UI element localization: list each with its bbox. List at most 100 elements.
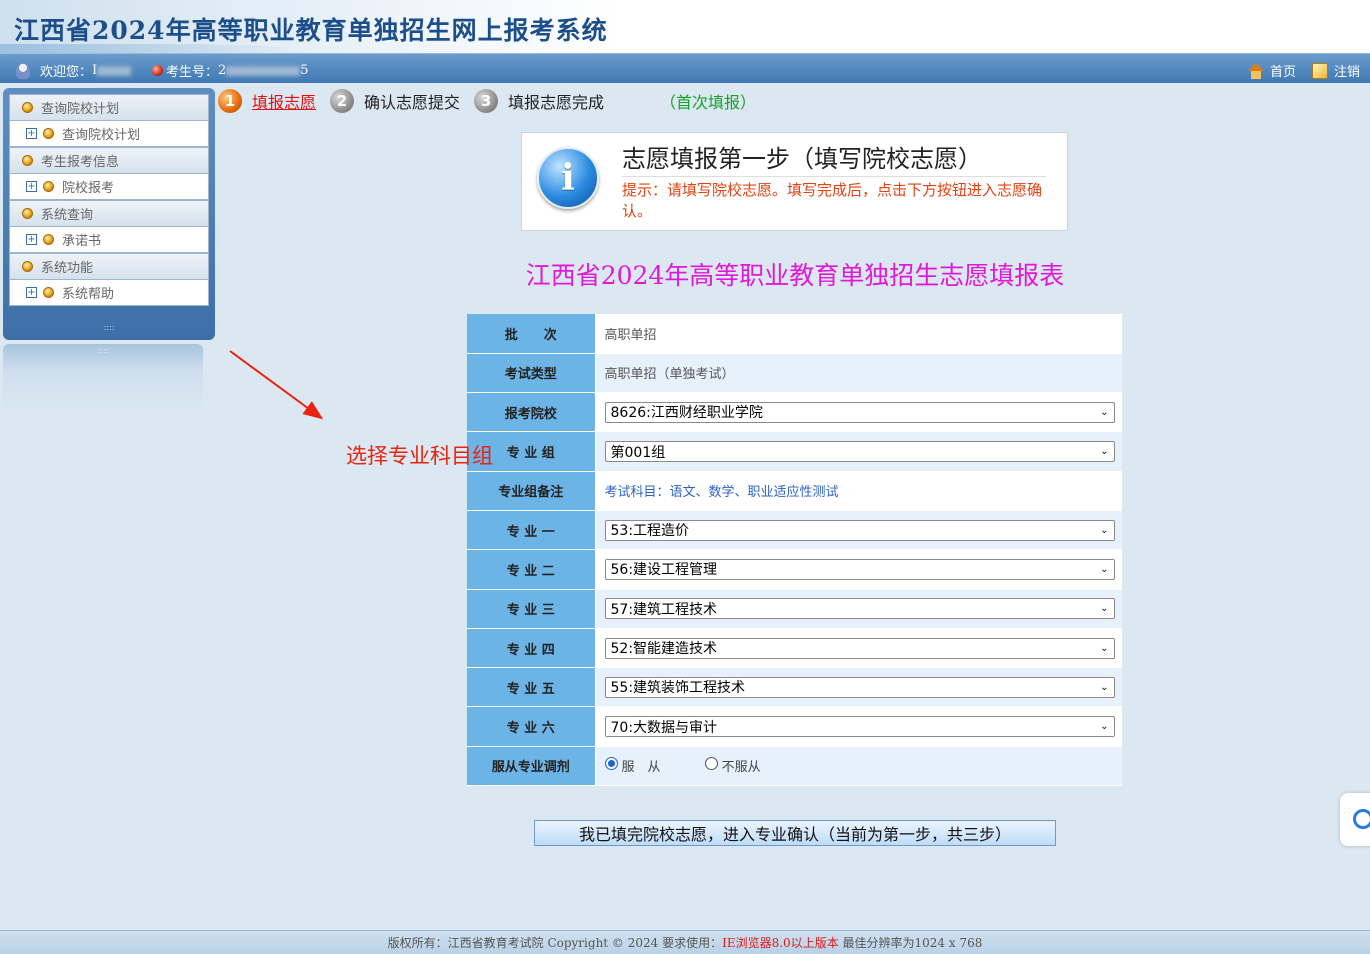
user-icon bbox=[16, 62, 30, 79]
major-4-select[interactable]: 52:智能建造技术 ⌄ bbox=[604, 637, 1115, 659]
sidebar-item-pledge[interactable]: + 承诺书 bbox=[9, 227, 209, 253]
major-6-label: 专 业 六 bbox=[467, 706, 596, 747]
user-info-bar: 欢迎您： I 考生号： 2 5 首页 注销 bbox=[0, 54, 1370, 83]
sidebar-item-query-plan[interactable]: + 查询院校计划 bbox=[9, 121, 209, 147]
home-icon bbox=[1248, 62, 1264, 79]
step-1-icon: 1 bbox=[218, 89, 242, 113]
chevron-down-icon: ⌄ bbox=[1100, 681, 1109, 693]
sidebar-item-label: 查询院校计划 bbox=[62, 128, 141, 143]
batch-label: 批 次 bbox=[467, 314, 596, 354]
step-3-icon: 3 bbox=[474, 89, 499, 113]
chevron-down-icon: ⌄ bbox=[1100, 642, 1109, 654]
info-icon: i bbox=[537, 147, 599, 209]
candidate-number: 2 bbox=[218, 63, 227, 78]
step-1-link[interactable]: 填报志愿 bbox=[252, 89, 316, 113]
welcome-area: 欢迎您： I bbox=[16, 61, 132, 80]
redacted-name bbox=[97, 65, 132, 76]
step-2-label: 确认志愿提交 bbox=[364, 93, 461, 112]
candidate-icon bbox=[152, 65, 163, 76]
major-6-select-value: 70:大数据与审计 bbox=[610, 719, 718, 736]
footer-browser-warning: IE浏览器8.0以上版本 bbox=[722, 936, 839, 950]
chevron-down-icon: ⌄ bbox=[1100, 563, 1109, 575]
footer-resolution: 最佳分辨率为1024 x 768 bbox=[838, 936, 983, 950]
redacted-candidate-number bbox=[226, 65, 301, 76]
major-3-select[interactable]: 57:建筑工程技术 ⌄ bbox=[604, 598, 1115, 620]
group-note-label: 专业组备注 bbox=[467, 471, 596, 511]
form-row-major-5: 专 业 五 55:建筑装饰工程技术 ⌄ bbox=[467, 667, 1122, 708]
sidebar-section-plan[interactable]: 查询院校计划 bbox=[9, 94, 209, 121]
major-3-select-value: 57:建筑工程技术 bbox=[610, 601, 718, 618]
expand-icon: + bbox=[26, 181, 37, 192]
step-indicator: 1 填报志愿 2 确认志愿提交 3 填报志愿完成 （首次填报） bbox=[218, 87, 756, 115]
form-row-major-1: 专 业 一 53:工程造价 ⌄ bbox=[467, 510, 1122, 551]
form-row-major-3: 专 业 三 57:建筑工程技术 ⌄ bbox=[467, 589, 1122, 629]
logout-label: 注销 bbox=[1334, 65, 1361, 80]
expand-icon: + bbox=[26, 234, 37, 245]
page-footer: 版权所有：江西省教育考试院 Copyright © 2024 要求使用：IE浏览… bbox=[0, 930, 1370, 954]
home-label: 首页 bbox=[1270, 65, 1297, 80]
submit-button[interactable]: 我已填完院校志愿，进入专业确认（当前为第一步，共三步） bbox=[534, 820, 1056, 846]
sidebar-menu: 查询院校计划 + 查询院校计划 考生报考信息 + 院校报考 系统查询 + 承诺书… bbox=[3, 88, 215, 340]
major-4-label: 专 业 四 bbox=[467, 628, 596, 669]
system-title: 江西省2024年高等职业教育单独招生网上报考系统 bbox=[14, 16, 608, 45]
exam-type-value: 高职单招（单独考试） bbox=[595, 353, 1122, 394]
step-2-icon: 2 bbox=[330, 89, 355, 113]
school-select-value: 8626:江西财经职业学院 bbox=[610, 405, 763, 422]
major-2-label: 专 业 二 bbox=[467, 549, 596, 590]
exam-type-label: 考试类型 bbox=[467, 353, 596, 394]
sidebar-section-apply-info[interactable]: 考生报考信息 bbox=[9, 147, 209, 174]
chevron-down-icon: ⌄ bbox=[1100, 446, 1109, 458]
candidate-number-tail: 5 bbox=[300, 63, 309, 78]
form-row-exam-type: 考试类型 高职单招（单独考试） bbox=[467, 353, 1122, 394]
sidebar-section-label: 考生报考信息 bbox=[41, 155, 120, 170]
section-orb-icon bbox=[22, 155, 33, 166]
sidebar-item-school-apply[interactable]: + 院校报考 bbox=[9, 174, 209, 200]
sidebar-section-label: 系统查询 bbox=[41, 208, 94, 223]
form-row-major-4: 专 业 四 52:智能建造技术 ⌄ bbox=[467, 628, 1122, 669]
item-orb-icon bbox=[43, 234, 54, 245]
major-3-label: 专 业 三 bbox=[467, 589, 596, 629]
sidebar-section-query[interactable]: 系统查询 bbox=[9, 200, 209, 227]
application-form: 批 次 高职单招 考试类型 高职单招（单独考试） 报考院校 8626:江西财经职… bbox=[467, 314, 1122, 787]
logout-link[interactable]: 注销 bbox=[1312, 61, 1360, 80]
batch-value: 高职单招 bbox=[595, 314, 1122, 354]
sidebar-item-label: 承诺书 bbox=[62, 234, 102, 249]
major-group-select[interactable]: 第001组 ⌄ bbox=[604, 441, 1115, 463]
assistant-icon bbox=[1353, 809, 1370, 829]
form-row-group: 专 业 组 第001组 ⌄ bbox=[467, 431, 1122, 472]
obey-radio-label: 服 从 bbox=[621, 759, 661, 775]
sidebar-lower-grip[interactable]: :::: bbox=[3, 344, 203, 358]
item-orb-icon bbox=[43, 181, 54, 192]
item-orb-icon bbox=[43, 128, 54, 139]
sidebar-grip[interactable]: :::: bbox=[9, 320, 209, 336]
form-row-major-6: 专 业 六 70:大数据与审计 ⌄ bbox=[467, 706, 1122, 747]
notice-box: i 志愿填报第一步（填写院校志愿） 提示：请填写院校志愿。填写完成后，点击下方按… bbox=[521, 132, 1068, 231]
school-select[interactable]: 8626:江西财经职业学院 ⌄ bbox=[604, 401, 1115, 423]
not-obey-radio[interactable]: 不服从 bbox=[704, 756, 761, 775]
expand-icon: + bbox=[26, 128, 37, 139]
chevron-down-icon: ⌄ bbox=[1100, 524, 1109, 536]
first-fill-note: （首次填报） bbox=[660, 93, 757, 112]
major-6-select[interactable]: 70:大数据与审计 ⌄ bbox=[604, 716, 1115, 738]
annotation-text: 选择专业科目组 bbox=[346, 444, 493, 468]
annotation-arrow bbox=[229, 350, 324, 420]
adjust-label: 服从专业调剂 bbox=[467, 746, 596, 787]
major-5-select[interactable]: 55:建筑装饰工程技术 ⌄ bbox=[604, 676, 1115, 698]
chevron-down-icon: ⌄ bbox=[1100, 603, 1109, 615]
candidate-label: 考生号： bbox=[166, 65, 219, 80]
form-row-adjust: 服从专业调剂 服 从 不服从 bbox=[467, 746, 1122, 787]
major-2-select[interactable]: 56:建设工程管理 ⌄ bbox=[604, 558, 1115, 580]
welcome-label: 欢迎您： bbox=[40, 65, 93, 80]
not-obey-radio-dot bbox=[704, 756, 718, 770]
sidebar-section-label: 查询院校计划 bbox=[41, 102, 120, 117]
side-floating-widget[interactable] bbox=[1340, 793, 1370, 846]
major-1-label: 专 业 一 bbox=[467, 510, 596, 551]
sidebar-item-label: 院校报考 bbox=[62, 181, 115, 196]
page-header: 江西省2024年高等职业教育单独招生网上报考系统 bbox=[0, 0, 1370, 54]
chevron-down-icon: ⌄ bbox=[1100, 721, 1109, 733]
obey-radio[interactable]: 服 从 bbox=[604, 756, 661, 775]
header-decoration bbox=[0, 44, 300, 54]
major-1-select[interactable]: 53:工程造价 ⌄ bbox=[604, 519, 1115, 541]
notice-title: 志愿填报第一步（填写院校志愿） bbox=[622, 139, 1046, 177]
home-link[interactable]: 首页 bbox=[1248, 61, 1296, 80]
